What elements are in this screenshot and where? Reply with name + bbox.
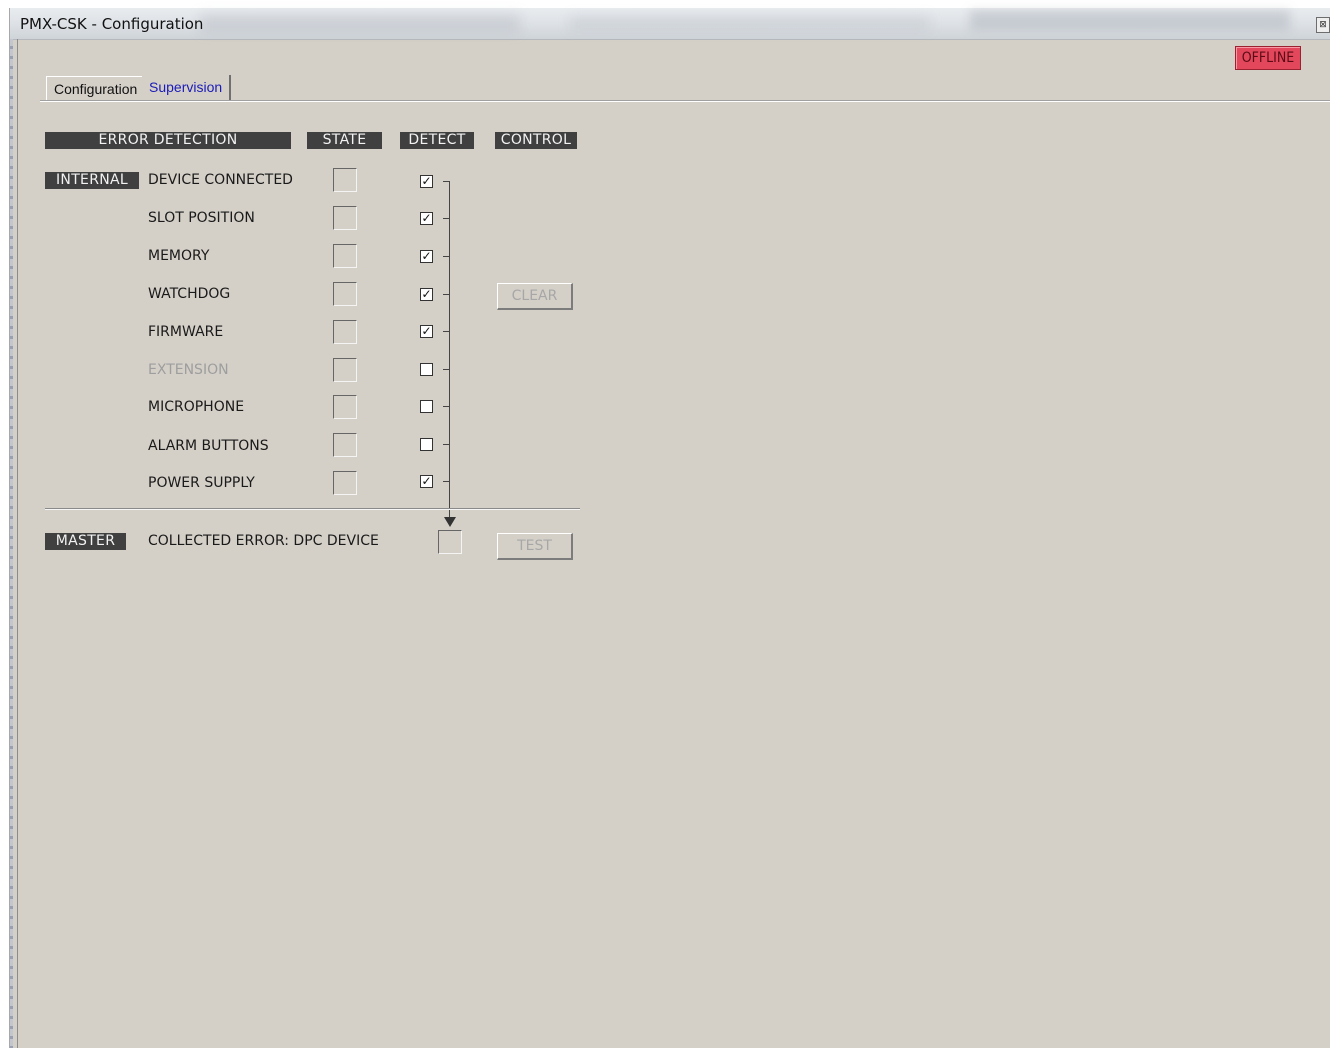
detect-checkbox-firmware[interactable]: ✓ <box>420 325 433 338</box>
row-label-microphone: MICROPHONE <box>148 399 245 415</box>
collector-line <box>449 181 450 517</box>
tab-supervision[interactable]: Supervision <box>142 75 231 101</box>
app-window: PMX-CSK - Configuration ⊠ OFFLINE Config… <box>9 8 1330 1048</box>
detect-checkbox-memory[interactable]: ✓ <box>420 250 433 263</box>
row-label-slot-position: SLOT POSITION <box>148 210 255 226</box>
row-label-power-supply: POWER SUPPLY <box>148 475 255 491</box>
detect-checkbox-power-supply[interactable]: ✓ <box>420 475 433 488</box>
tab-divider-highlight <box>40 101 1330 102</box>
arrow-down-icon <box>444 517 456 527</box>
group-label-master: MASTER <box>45 533 126 550</box>
master-collected-error-label: COLLECTED ERROR: DPC DEVICE <box>148 533 379 549</box>
header-control: CONTROL <box>495 132 577 149</box>
state-indicator-slot-position <box>333 206 357 230</box>
detect-checkbox-watchdog[interactable]: ✓ <box>420 288 433 301</box>
row-label-device-connected: DEVICE CONNECTED <box>148 172 293 188</box>
row-label-alarm-buttons: ALARM BUTTONS <box>148 438 269 454</box>
state-indicator-collected-error <box>438 530 462 554</box>
row-label-extension: EXTENSION <box>148 362 229 378</box>
status-badge-offline: OFFLINE <box>1235 46 1301 70</box>
state-indicator-extension <box>333 358 357 382</box>
close-icon[interactable]: ⊠ <box>1316 17 1330 33</box>
detect-checkbox-microphone[interactable] <box>420 400 433 413</box>
detect-checkbox-device-connected[interactable]: ✓ <box>420 175 433 188</box>
row-label-watchdog: WATCHDOG <box>148 286 231 302</box>
group-label-internal: INTERNAL <box>45 172 139 189</box>
window-title: PMX-CSK - Configuration <box>20 15 204 33</box>
header-detect: DETECT <box>400 132 474 149</box>
clear-button[interactable]: CLEAR <box>497 283 573 310</box>
row-label-memory: MEMORY <box>148 248 210 264</box>
state-indicator-device-connected <box>333 168 357 192</box>
state-indicator-alarm-buttons <box>333 433 357 457</box>
state-indicator-firmware <box>333 320 357 344</box>
state-indicator-microphone <box>333 395 357 419</box>
detect-checkbox-slot-position[interactable]: ✓ <box>420 212 433 225</box>
title-bar[interactable]: PMX-CSK - Configuration ⊠ <box>10 8 1330 40</box>
header-error-detection: ERROR DETECTION <box>45 132 291 149</box>
detect-checkbox-alarm-buttons[interactable] <box>420 438 433 451</box>
state-indicator-watchdog <box>333 282 357 306</box>
window-left-edge <box>10 39 13 1048</box>
state-indicator-power-supply <box>333 471 357 495</box>
header-state: STATE <box>307 132 382 149</box>
section-divider-highlight <box>45 509 580 510</box>
tab-configuration[interactable]: Configuration <box>46 76 142 100</box>
row-label-firmware: FIRMWARE <box>148 324 224 340</box>
test-button[interactable]: TEST <box>497 533 573 560</box>
detect-checkbox-extension[interactable] <box>420 363 433 376</box>
state-indicator-memory <box>333 244 357 268</box>
